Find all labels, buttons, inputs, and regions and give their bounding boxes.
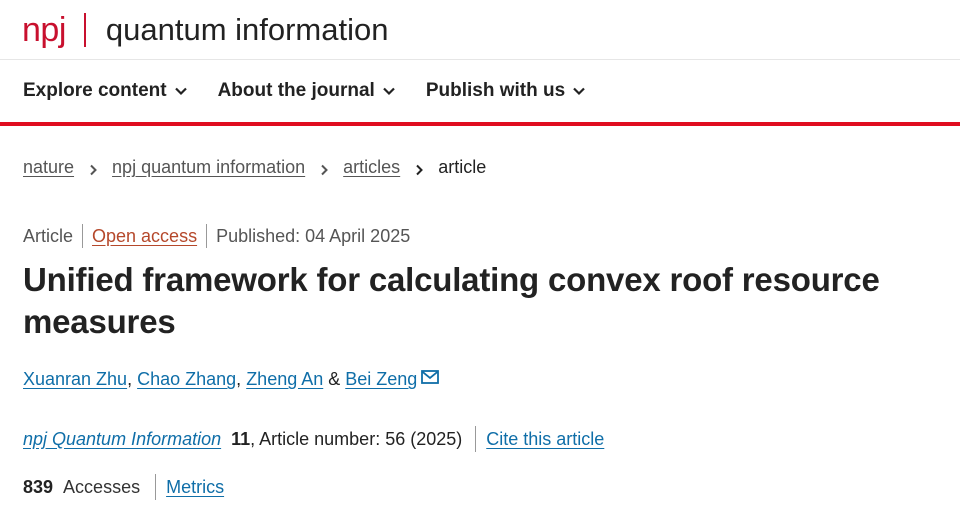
breadcrumb: nature npj quantum information articles …	[23, 157, 486, 178]
published-date: Published: 04 April 2025	[216, 225, 411, 246]
metrics-divider	[155, 474, 157, 500]
nav-label: Publish with us	[425, 80, 566, 101]
nav-explore-content[interactable]: Explore content	[23, 80, 189, 102]
accesses-count: 839	[23, 476, 54, 497]
author-link[interactable]: Xuanran Zhu	[23, 369, 127, 390]
author-and: &	[323, 369, 346, 389]
article-number: , Article number: 56 (2025)	[250, 428, 463, 449]
journal-logo-name[interactable]: quantum information	[106, 14, 389, 45]
journal-logo-npj[interactable]: npj	[22, 13, 66, 47]
meta-divider	[82, 224, 84, 248]
nav-about-journal[interactable]: About the journal	[218, 80, 397, 102]
volume-number: 11	[231, 428, 251, 449]
chevron-down-icon	[571, 83, 587, 99]
metrics-link[interactable]: Metrics	[166, 477, 224, 498]
meta-divider	[206, 224, 208, 248]
metrics-line: 839 Accesses Metrics	[23, 474, 224, 500]
author-separator: ,	[236, 369, 247, 389]
article-type: Article	[23, 225, 74, 246]
author-link[interactable]: Chao Zhang	[137, 369, 236, 390]
nav-label: Explore content	[23, 80, 167, 101]
author-list: Xuanran Zhu , Chao Zhang , Zheng An & Be…	[23, 368, 440, 390]
masthead: npj quantum information	[0, 0, 960, 60]
nav-publish-with-us[interactable]: Publish with us	[426, 80, 587, 102]
citation-divider	[475, 426, 477, 452]
chevron-down-icon	[381, 83, 397, 99]
chevron-down-icon	[173, 83, 189, 99]
chevron-right-icon	[317, 161, 331, 175]
article-meta: Article Open access Published: 04 April …	[23, 224, 410, 248]
article-title: Unified framework for calculating convex…	[23, 261, 880, 340]
main-nav: Explore content About the journal Publis…	[0, 60, 960, 126]
nav-label: About the journal	[217, 80, 375, 101]
mail-icon[interactable]	[421, 368, 440, 389]
citation-line: npj Quantum Information 11 , Article num…	[23, 426, 604, 452]
author-separator: ,	[127, 369, 138, 389]
author-link[interactable]: Zheng An	[246, 369, 323, 390]
chevron-right-icon	[412, 161, 426, 175]
logo-divider	[83, 12, 86, 47]
open-access-link[interactable]: Open access	[92, 226, 197, 247]
accesses-label: Accesses	[63, 476, 141, 497]
breadcrumb-nature[interactable]: nature	[23, 157, 74, 178]
breadcrumb-articles[interactable]: articles	[343, 157, 400, 178]
cite-this-article-link[interactable]: Cite this article	[486, 429, 604, 450]
chevron-right-icon	[86, 161, 100, 175]
journal-link[interactable]: npj Quantum Information	[23, 429, 221, 450]
breadcrumb-journal[interactable]: npj quantum information	[112, 157, 305, 178]
breadcrumb-current: article	[438, 157, 487, 177]
author-link[interactable]: Bei Zeng	[345, 369, 417, 390]
